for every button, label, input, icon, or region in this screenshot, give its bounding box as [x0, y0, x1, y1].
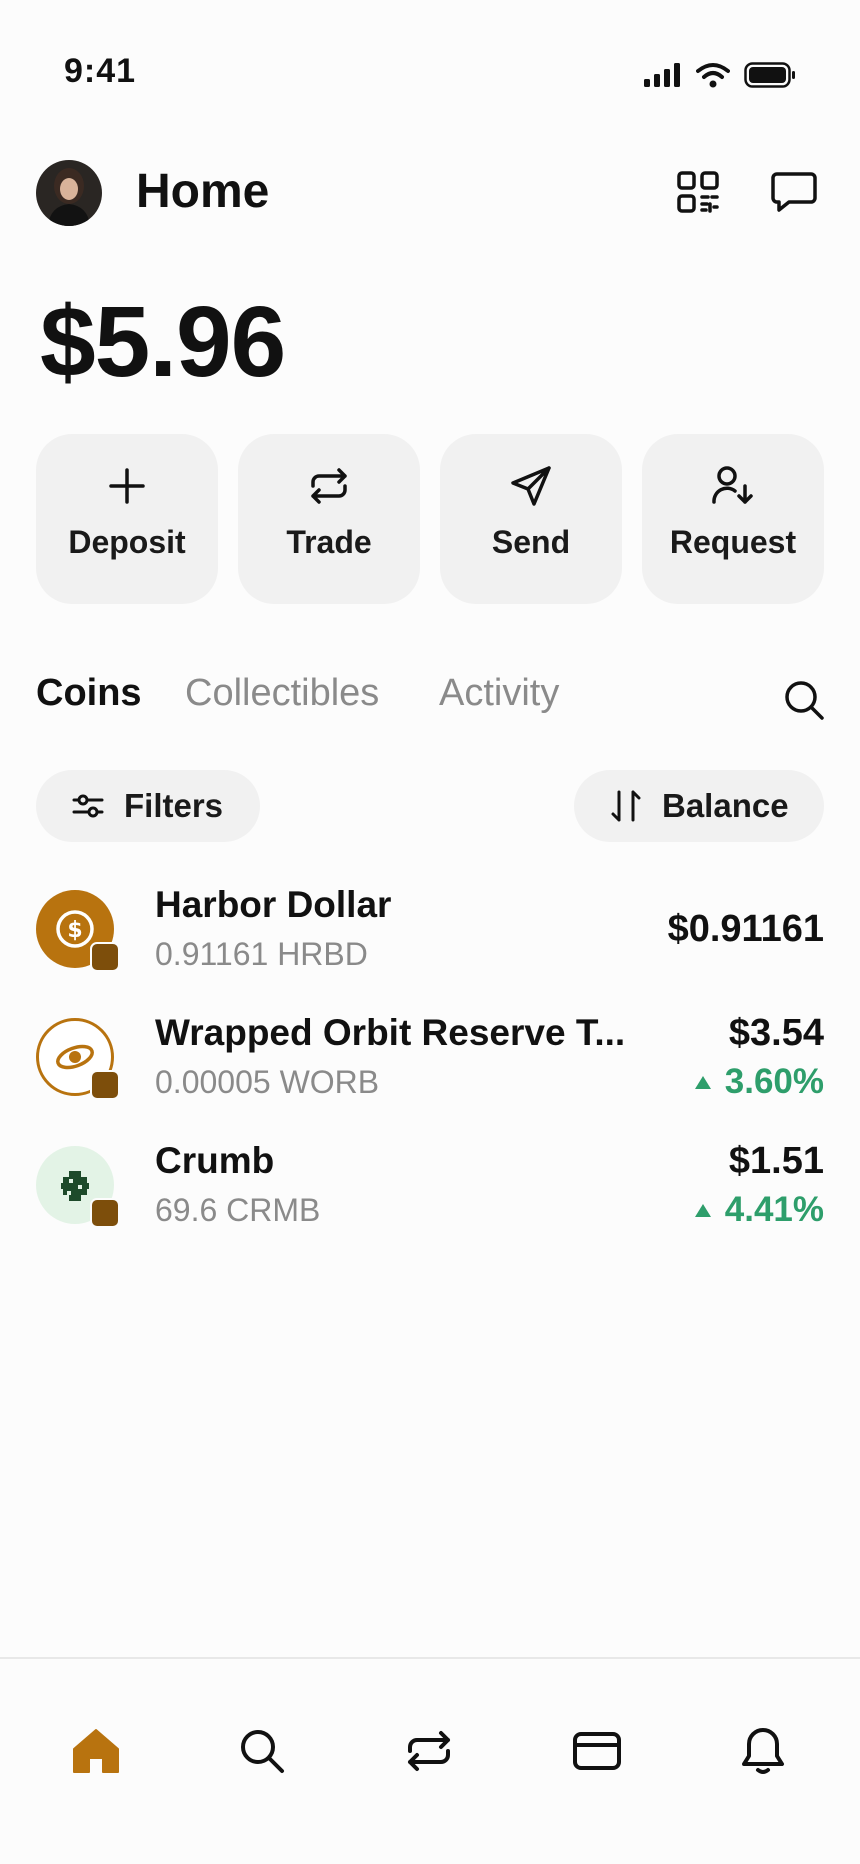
card-icon	[573, 1732, 621, 1770]
send-label: Send	[491, 524, 571, 560]
trade-button[interactable]: Trade	[238, 434, 420, 604]
network-badge	[90, 1070, 120, 1100]
page-title: Home	[136, 165, 270, 218]
header: Home	[0, 150, 860, 234]
action-buttons: Deposit Trade Send Request	[36, 434, 824, 604]
coin-value: $1.51	[728, 1140, 824, 1182]
search-icon	[785, 681, 824, 720]
request-button[interactable]: Request	[642, 434, 824, 604]
coin-amount: 69.6 CRMB	[155, 1192, 321, 1228]
home-icon	[73, 1729, 119, 1773]
coin-value: $0.91161	[667, 908, 824, 950]
request-icon	[712, 466, 753, 504]
tabbar-explore[interactable]	[230, 1719, 294, 1783]
coin-change-value: 4.41%	[724, 1190, 824, 1229]
tab-collectibles[interactable]: Collectibles	[185, 672, 379, 715]
list-item[interactable]: Wrapped Orbit Reserve T... 0.00005 WORB …	[0, 1008, 860, 1136]
network-badge	[90, 1198, 120, 1228]
bottom-tab-bar	[0, 1657, 860, 1864]
swap-icon	[311, 468, 347, 504]
cellular-signal-icon	[644, 63, 680, 87]
status-time: 9:41	[64, 52, 137, 90]
tab-activity[interactable]: Activity	[439, 672, 559, 715]
coin-list: $ Harbor Dollar 0.91161 HRBD $0.91161 Wr…	[0, 880, 860, 1264]
bell-icon	[742, 1728, 784, 1774]
status-bar: 9:41	[0, 0, 860, 150]
qr-code-icon	[677, 171, 719, 213]
coin-name: Harbor Dollar	[155, 884, 392, 925]
coin-change-value: 3.60%	[724, 1062, 824, 1101]
send-button[interactable]: Send	[440, 434, 622, 604]
filters-label: Filters	[124, 787, 224, 824]
list-item[interactable]: $ Harbor Dollar 0.91161 HRBD $0.91161	[0, 880, 860, 1008]
tabbar-home[interactable]	[64, 1719, 128, 1783]
send-icon	[511, 466, 551, 506]
status-icons	[644, 62, 796, 88]
battery-icon	[744, 62, 795, 88]
sort-icon	[611, 790, 641, 822]
asset-tabs: Coins Collectibles Activity	[36, 672, 826, 728]
sort-label: Balance	[662, 787, 789, 824]
coin-change: 4.41%	[694, 1190, 824, 1230]
deposit-button[interactable]: Deposit	[36, 434, 218, 604]
search-icon	[241, 1730, 284, 1773]
network-badge	[90, 942, 120, 972]
request-label: Request	[669, 524, 797, 560]
coin-value: $3.54	[728, 1012, 824, 1054]
filters-button[interactable]: Filters	[36, 770, 260, 842]
coin-change: 3.60%	[694, 1062, 824, 1102]
search-button[interactable]	[782, 678, 826, 722]
tabbar-wallet[interactable]	[565, 1719, 629, 1783]
coin-name: Crumb	[155, 1140, 275, 1181]
wifi-icon	[696, 63, 730, 88]
qr-scan-button[interactable]	[674, 168, 722, 216]
coin-name: Wrapped Orbit Reserve T...	[155, 1012, 626, 1053]
up-triangle-icon	[694, 1075, 711, 1089]
total-balance: $5.96	[40, 286, 286, 398]
list-item[interactable]: Crumb 69.6 CRMB $1.51 4.41%	[0, 1136, 860, 1264]
trade-label: Trade	[286, 524, 372, 560]
messages-button[interactable]	[770, 168, 818, 216]
tabbar-notifications[interactable]	[731, 1719, 795, 1783]
sort-balance-button[interactable]: Balance	[574, 770, 824, 842]
chat-icon	[771, 172, 817, 212]
avatar[interactable]	[36, 160, 102, 226]
deposit-label: Deposit	[68, 524, 186, 560]
coin-amount: 0.00005 WORB	[155, 1064, 380, 1100]
swap-icon	[408, 1731, 450, 1771]
svg-text:$: $	[67, 918, 82, 943]
tab-coins[interactable]: Coins	[36, 672, 142, 715]
coin-amount: 0.91161 HRBD	[155, 936, 368, 972]
sliders-icon	[72, 794, 104, 818]
tabbar-swap[interactable]	[397, 1719, 461, 1783]
plus-icon	[109, 468, 145, 504]
up-triangle-icon	[694, 1203, 711, 1217]
